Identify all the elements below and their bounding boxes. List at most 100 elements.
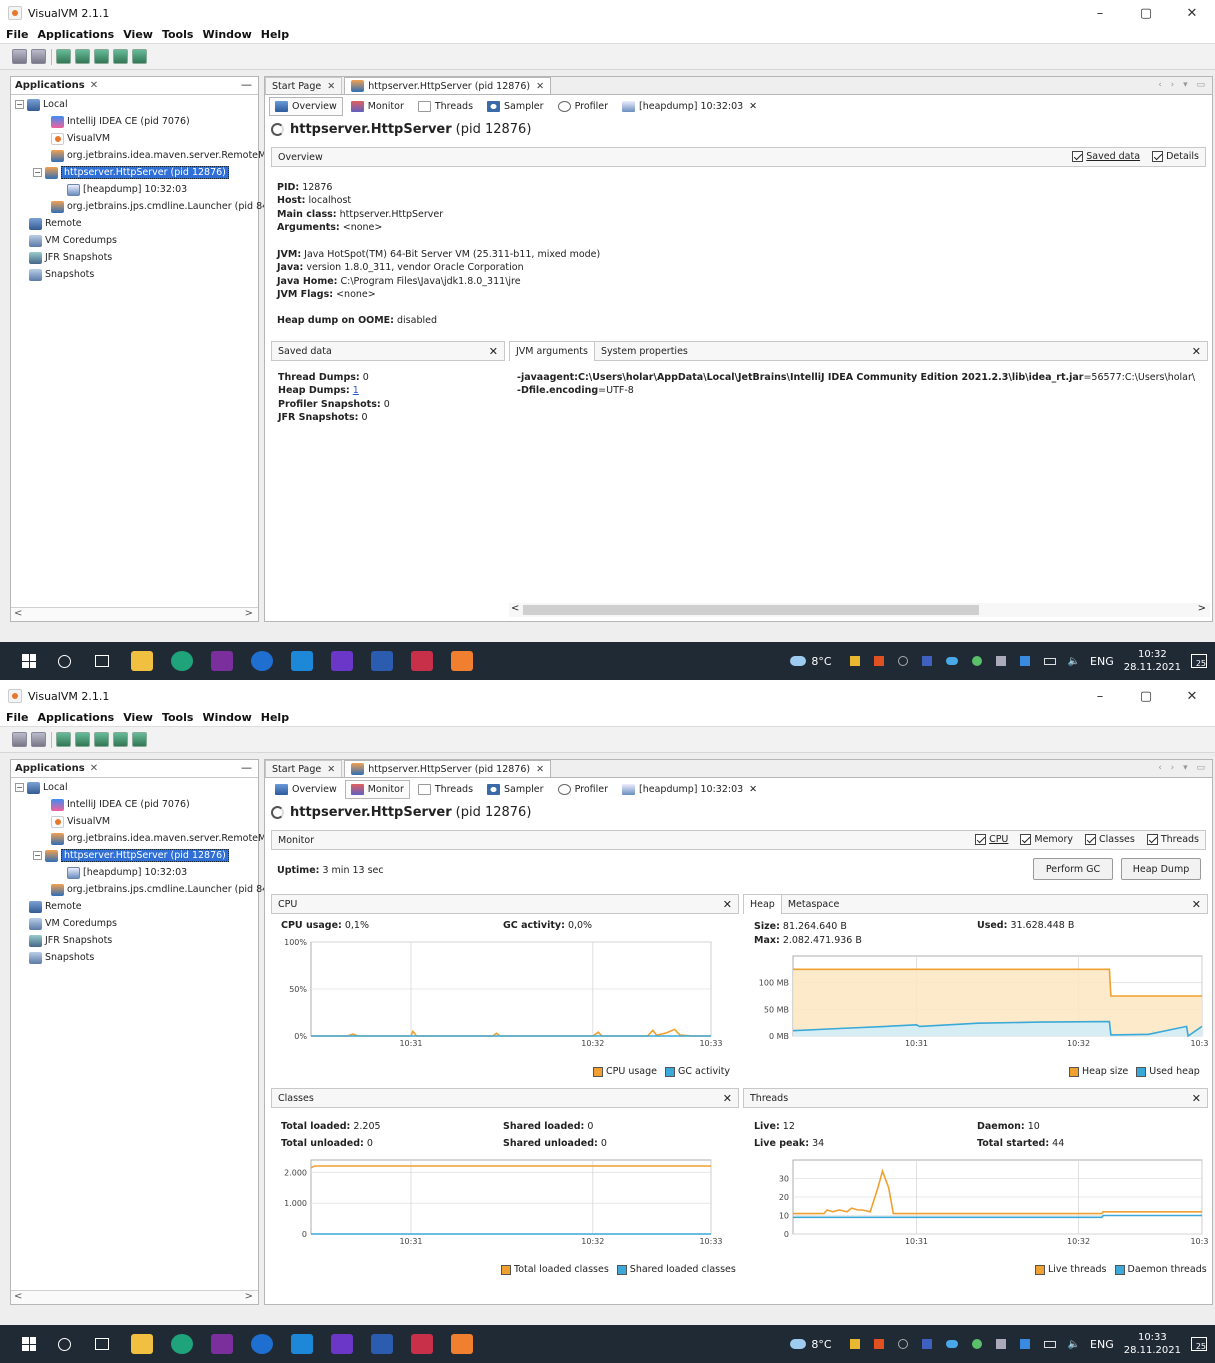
tab-sampler[interactable]: Sampler	[481, 780, 550, 799]
add-jfr-icon[interactable]	[132, 732, 147, 747]
intellij-icon[interactable]	[331, 1334, 353, 1354]
menu-window[interactable]: Window	[202, 711, 251, 724]
pen-icon[interactable]	[897, 656, 908, 666]
threads-checkbox[interactable]: Threads	[1146, 834, 1199, 845]
battery-icon[interactable]	[1043, 657, 1056, 665]
close-icon[interactable]: ✕	[327, 764, 335, 775]
winrar-icon[interactable]	[411, 651, 433, 671]
horizontal-scrollbar[interactable]: < >	[509, 603, 1210, 617]
tab-start-page[interactable]: Start Page ✕	[265, 760, 343, 777]
tree-node-httpserver[interactable]: − httpserver.HttpServer (pid 12876)	[11, 164, 258, 181]
menu-view[interactable]: View	[123, 28, 153, 41]
volume-icon[interactable]: 🔈	[1068, 656, 1080, 667]
load-icon[interactable]	[12, 49, 27, 64]
close-icon[interactable]: ✕	[1192, 1092, 1201, 1105]
file-explorer-icon[interactable]	[131, 1334, 153, 1354]
collapse-icon[interactable]: −	[33, 851, 42, 860]
file-explorer-icon[interactable]	[131, 651, 153, 671]
menu-file[interactable]: File	[6, 28, 29, 41]
tree-node-remote[interactable]: Remote	[11, 898, 258, 915]
minimize-button[interactable]: –	[1077, 683, 1123, 709]
tray-onenote-icon[interactable]	[921, 1339, 932, 1349]
close-button[interactable]: ✕	[1169, 683, 1215, 709]
minimize-icon[interactable]: —	[241, 761, 252, 774]
tab-start-page[interactable]: Start Page ✕	[265, 77, 343, 94]
menu-applications[interactable]: Applications	[38, 711, 115, 724]
tray-office-icon[interactable]	[873, 1339, 884, 1349]
tree-node-remote[interactable]: Remote	[11, 215, 258, 232]
menu-view[interactable]: View	[123, 711, 153, 724]
close-icon[interactable]: ✕	[536, 81, 544, 92]
tab-heapdump[interactable]: [heapdump] 10:32:03 ✕	[616, 97, 763, 116]
tree-node-heapdump[interactable]: [heapdump] 10:32:03	[11, 181, 258, 198]
menu-file[interactable]: File	[6, 711, 29, 724]
horizontal-scrollbar[interactable]: < >	[11, 1290, 258, 1304]
menu-tools[interactable]: Tools	[162, 711, 193, 724]
cpu-checkbox[interactable]: CPU	[975, 834, 1008, 845]
tab-httpserver[interactable]: httpserver.HttpServer (pid 12876) ✕	[344, 77, 552, 94]
menu-applications[interactable]: Applications	[38, 28, 115, 41]
visualvm-icon[interactable]	[451, 651, 473, 671]
tree-node-maven-server[interactable]: org.jetbrains.idea.maven.server.RemoteM	[11, 830, 266, 847]
volume-icon[interactable]: 🔈	[1068, 1339, 1080, 1350]
classes-checkbox[interactable]: Classes	[1085, 834, 1135, 845]
save-icon[interactable]	[31, 732, 46, 747]
tab-heap[interactable]: Heap	[744, 894, 782, 914]
add-jmx-connection-icon[interactable]	[56, 732, 71, 747]
tray-chrome-icon[interactable]	[971, 656, 982, 666]
close-icon[interactable]: ✕	[723, 1092, 732, 1105]
notifications-icon[interactable]: 25	[1191, 654, 1207, 668]
tab-metaspace[interactable]: Metaspace	[782, 895, 845, 914]
add-snapshot-icon[interactable]	[113, 732, 128, 747]
battery-icon[interactable]	[1043, 1340, 1056, 1348]
tree-node-intellij[interactable]: IntelliJ IDEA CE (pid 7076)	[11, 796, 258, 813]
word-icon[interactable]	[371, 1334, 393, 1354]
onenote-icon[interactable]	[211, 1334, 233, 1354]
collapse-icon[interactable]: −	[15, 100, 24, 109]
internet-explorer-icon[interactable]	[251, 651, 273, 671]
menu-help[interactable]: Help	[261, 711, 289, 724]
details-checkbox[interactable]: Details	[1152, 151, 1199, 162]
close-icon[interactable]: ✕	[723, 898, 732, 911]
tree-node-heapdump[interactable]: [heapdump] 10:32:03	[11, 864, 258, 881]
close-button[interactable]: ✕	[1169, 0, 1215, 26]
tab-httpserver[interactable]: httpserver.HttpServer (pid 12876) ✕	[344, 760, 552, 777]
onedrive-icon[interactable]	[945, 1340, 958, 1348]
collapse-icon[interactable]: −	[15, 783, 24, 792]
close-icon[interactable]: ✕	[1192, 345, 1201, 358]
save-icon[interactable]	[31, 49, 46, 64]
tree-node-jps-launcher[interactable]: org.jetbrains.jps.cmdline.Launcher (pid …	[11, 198, 268, 215]
close-icon[interactable]: ✕	[327, 81, 335, 92]
search-icon[interactable]	[58, 1337, 71, 1351]
scroll-left-icon[interactable]: <	[511, 603, 519, 614]
tray-device-icon[interactable]	[995, 1339, 1006, 1349]
close-icon[interactable]: ✕	[90, 763, 98, 774]
tab-navigation-icons[interactable]: ‹ › ▾ ▭	[1158, 763, 1208, 773]
tab-sampler[interactable]: Sampler	[481, 97, 550, 116]
tab-profiler[interactable]: Profiler	[552, 97, 614, 116]
windows-start-icon[interactable]	[22, 654, 36, 668]
outlook-icon[interactable]	[291, 651, 313, 671]
visualvm-icon[interactable]	[451, 1334, 473, 1354]
tray-app-icon[interactable]	[849, 1339, 860, 1349]
tree-node-visualvm[interactable]: VisualVM	[11, 130, 258, 147]
tab-monitor[interactable]: Monitor	[345, 97, 410, 116]
scroll-right-icon[interactable]: >	[1198, 603, 1206, 614]
tab-threads[interactable]: Threads	[412, 97, 479, 116]
language-indicator[interactable]: ENG	[1090, 655, 1114, 668]
add-jfr-icon[interactable]	[132, 49, 147, 64]
onenote-icon[interactable]	[211, 651, 233, 671]
tab-monitor[interactable]: Monitor	[344, 779, 410, 799]
tab-profiler[interactable]: Profiler	[552, 780, 614, 799]
tab-threads[interactable]: Threads	[412, 780, 479, 799]
tree-node-jfr[interactable]: JFR Snapshots	[11, 249, 258, 266]
heap-dumps-link[interactable]: 1	[353, 385, 359, 396]
collapse-icon[interactable]: −	[33, 168, 42, 177]
add-snapshot-icon[interactable]	[113, 49, 128, 64]
tree-node-coredumps[interactable]: VM Coredumps	[11, 232, 258, 249]
tab-heapdump[interactable]: [heapdump] 10:32:03 ✕	[616, 780, 763, 799]
close-icon[interactable]: ✕	[749, 784, 757, 795]
tree-node-local[interactable]: − Local	[11, 96, 258, 113]
edge-icon[interactable]	[171, 651, 193, 671]
tree-node-coredumps[interactable]: VM Coredumps	[11, 915, 258, 932]
